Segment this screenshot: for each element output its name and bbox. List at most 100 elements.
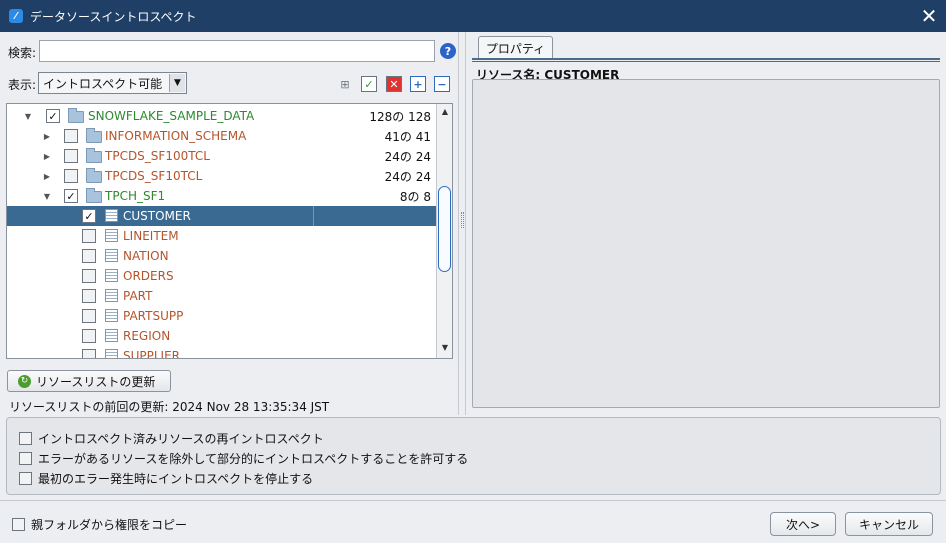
- resource-panel: 検索: ? 表示: イントロスペクト可能 ▼ ⊞ ✓ ✕ + − ▼ ✓ SNO…: [0, 32, 458, 415]
- folder-icon: [68, 108, 84, 123]
- table-icon: [105, 329, 118, 342]
- tree-checkbox[interactable]: [82, 249, 96, 263]
- option-checkbox[interactable]: [19, 452, 32, 465]
- tree-node-label: PART: [123, 289, 153, 303]
- tree-checkbox[interactable]: [82, 269, 96, 283]
- tree-checkbox[interactable]: ✓: [46, 109, 60, 123]
- scroll-down-icon[interactable]: ▼: [439, 343, 451, 355]
- tree-row-table[interactable]: PARTSUPP: [7, 306, 437, 326]
- search-input[interactable]: [39, 40, 435, 62]
- search-label: 検索:: [8, 46, 37, 60]
- copy-permissions-option[interactable]: 親フォルダから権限をコピー: [12, 516, 187, 533]
- collapsed-arrow-icon[interactable]: ▶: [42, 152, 52, 161]
- app-icon: ⁄: [9, 9, 23, 23]
- copy-permissions-checkbox[interactable]: [12, 518, 25, 531]
- option-allow-partial[interactable]: エラーがあるリソースを除外して部分的にイントロスペクトすることを許可する: [19, 450, 468, 467]
- option-label: エラーがあるリソースを除外して部分的にイントロスペクトすることを許可する: [38, 452, 469, 466]
- introspection-options: イントロスペクト済みリソースの再イントロスペクト エラーがあるリソースを除外して…: [6, 417, 941, 495]
- tree-node-label: NATION: [123, 249, 169, 263]
- option-checkbox[interactable]: [19, 472, 32, 485]
- tab-underline: [472, 58, 940, 62]
- next-button[interactable]: 次へ>: [770, 512, 836, 536]
- close-icon[interactable]: ✕: [912, 0, 946, 32]
- tree-checkbox[interactable]: [82, 289, 96, 303]
- selection-edge: [313, 206, 314, 226]
- display-filter-value: イントロスペクト可能: [43, 76, 163, 91]
- properties-content: [472, 79, 940, 408]
- collapsed-arrow-icon[interactable]: ▶: [42, 132, 52, 141]
- folder-icon: [86, 128, 102, 143]
- cancel-button[interactable]: キャンセル: [845, 512, 933, 536]
- tree-row-table[interactable]: ORDERS: [7, 266, 437, 286]
- option-label: 最初のエラー発生時にイントロスペクトを停止する: [38, 472, 314, 486]
- display-label: 表示:: [8, 78, 37, 92]
- title-bar: ⁄ データソースイントロスペクト ✕: [0, 0, 946, 32]
- option-checkbox[interactable]: [19, 432, 32, 445]
- tree-checkbox[interactable]: [82, 349, 96, 358]
- tree-row-root[interactable]: ▼ ✓ SNOWFLAKE_SAMPLE_DATA 128の 128: [7, 106, 437, 126]
- refresh-icon: ↻: [18, 374, 31, 388]
- table-icon: [105, 309, 118, 322]
- tree-structure-icon[interactable]: ⊞: [337, 76, 353, 92]
- tree-checkbox[interactable]: [82, 229, 96, 243]
- option-reintrospect[interactable]: イントロスペクト済みリソースの再イントロスペクト: [19, 430, 324, 447]
- folder-icon: [86, 148, 102, 163]
- scroll-thumb[interactable]: [438, 186, 451, 272]
- uncheck-all-icon[interactable]: ✕: [386, 76, 402, 92]
- tree-node-label: TPCH_SF1: [105, 189, 166, 203]
- tree-node-label: PARTSUPP: [123, 309, 184, 323]
- tree-checkbox[interactable]: [82, 309, 96, 323]
- tree-node-count: 41の 41: [384, 129, 431, 144]
- tree-row-schema[interactable]: ▶ INFORMATION_SCHEMA 41の 41: [7, 126, 437, 146]
- chevron-down-icon: ▼: [169, 74, 185, 92]
- tree-row-table[interactable]: LINEITEM: [7, 226, 437, 246]
- option-stop-on-error[interactable]: 最初のエラー発生時にイントロスペクトを停止する: [19, 470, 313, 487]
- tree-node-label: SUPPLIER: [123, 349, 181, 359]
- tree-checkbox[interactable]: [64, 129, 78, 143]
- tree-row-schema[interactable]: ▼ ✓ TPCH_SF1 8の 8: [7, 186, 437, 206]
- option-label: イントロスペクト済みリソースの再イントロスペクト: [38, 432, 324, 446]
- copy-permissions-label: 親フォルダから権限をコピー: [31, 518, 188, 532]
- tree-row-table[interactable]: SUPPLIER: [7, 346, 437, 359]
- tree-checkbox[interactable]: [64, 149, 78, 163]
- expand-arrow-icon[interactable]: ▼: [42, 192, 52, 201]
- resource-tree[interactable]: ▼ ✓ SNOWFLAKE_SAMPLE_DATA 128の 128 ▶ INF…: [6, 103, 453, 359]
- help-icon[interactable]: ?: [440, 43, 456, 59]
- tab-properties[interactable]: プロパティ: [478, 36, 553, 59]
- splitter-grip[interactable]: [461, 212, 464, 228]
- refresh-button-label: リソースリストの更新: [36, 374, 156, 389]
- expand-arrow-icon[interactable]: ▼: [23, 112, 33, 121]
- tree-row-table[interactable]: PART: [7, 286, 437, 306]
- tree-row-table[interactable]: REGION: [7, 326, 437, 346]
- panel-splitter[interactable]: [458, 32, 466, 415]
- tree-row-table[interactable]: ✓ CUSTOMER: [7, 206, 437, 226]
- tree-node-label: REGION: [123, 329, 171, 343]
- tree-row-schema[interactable]: ▶ TPCDS_SF100TCL 24の 24: [7, 146, 437, 166]
- tree-row-schema[interactable]: ▶ TPCDS_SF10TCL 24の 24: [7, 166, 437, 186]
- tree-node-label: TPCDS_SF100TCL: [105, 149, 210, 163]
- collapse-all-icon[interactable]: −: [434, 76, 450, 92]
- tree-checkbox[interactable]: ✓: [82, 209, 96, 223]
- table-icon: [105, 209, 118, 222]
- check-all-icon[interactable]: ✓: [361, 76, 377, 92]
- tree-row-table[interactable]: NATION: [7, 246, 437, 266]
- expand-all-icon[interactable]: +: [410, 76, 426, 92]
- tree-node-label: ORDERS: [123, 269, 174, 283]
- folder-icon: [86, 188, 102, 203]
- table-icon: [105, 269, 118, 282]
- tree-checkbox[interactable]: [82, 329, 96, 343]
- folder-icon: [86, 168, 102, 183]
- tree-node-label: CUSTOMER: [123, 209, 191, 223]
- tree-scrollbar[interactable]: ▲ ▼: [436, 104, 452, 358]
- tree-node-count: 24の 24: [384, 169, 431, 184]
- tree-node-label: LINEITEM: [123, 229, 179, 243]
- collapsed-arrow-icon[interactable]: ▶: [42, 172, 52, 181]
- tree-checkbox[interactable]: [64, 169, 78, 183]
- tree-checkbox[interactable]: ✓: [64, 189, 78, 203]
- tree-node-count: 128の 128: [369, 109, 431, 124]
- tree-node-label: TPCDS_SF10TCL: [105, 169, 203, 183]
- scroll-up-icon[interactable]: ▲: [439, 107, 451, 119]
- display-filter-select[interactable]: イントロスペクト可能 ▼: [38, 72, 187, 94]
- table-icon: [105, 349, 118, 358]
- refresh-resource-list-button[interactable]: ↻ リソースリストの更新: [7, 370, 171, 392]
